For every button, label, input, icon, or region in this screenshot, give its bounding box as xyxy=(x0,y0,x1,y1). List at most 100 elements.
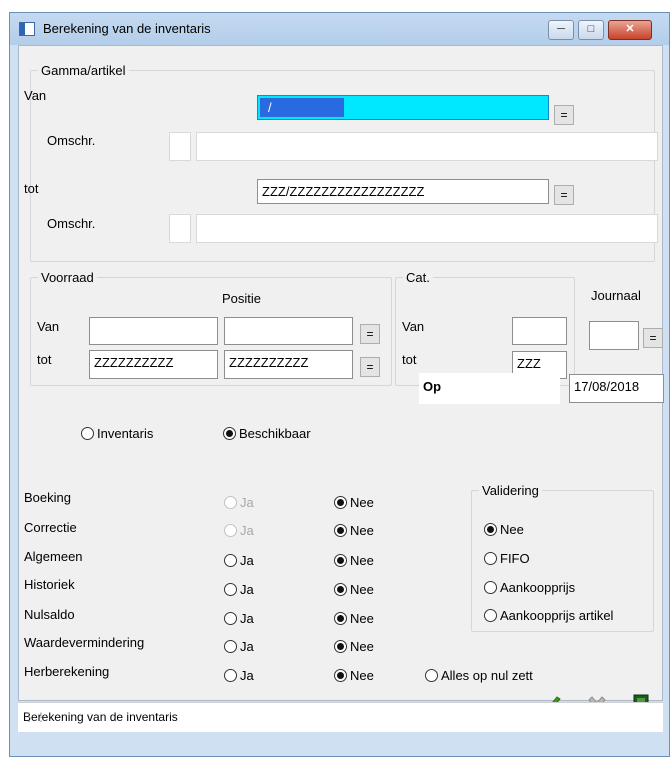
algemeen-label: Algemeen xyxy=(24,549,83,564)
correctie-ja-circle xyxy=(224,523,237,537)
waardevermindering-ja-circle xyxy=(224,639,237,653)
nulsaldo-nee-circle xyxy=(334,611,347,625)
validering-fifo-circle xyxy=(484,551,497,565)
historiek-nee-radio[interactable]: Nee xyxy=(334,580,374,598)
algemeen-nee-circle xyxy=(334,553,347,567)
correctie-ja-radio[interactable]: Ja xyxy=(224,521,254,539)
algemeen-ja-radio[interactable]: Ja xyxy=(224,551,254,569)
voorraad-van-input[interactable] xyxy=(89,317,218,345)
gamma-van-label: Van xyxy=(24,88,47,103)
herberekening-ja-circle xyxy=(224,668,237,682)
gamma-omschr2-input[interactable] xyxy=(196,214,658,243)
boeking-nee-radio[interactable]: Nee xyxy=(334,493,374,511)
validering-fifo-label: FIFO xyxy=(500,550,530,566)
journaal-input[interactable] xyxy=(589,321,639,350)
voorraad-van-lookup-button[interactable]: = xyxy=(360,324,380,344)
boeking-ja-radio[interactable]: Ja xyxy=(224,493,254,511)
correctie-ja-label: Ja xyxy=(240,522,254,538)
nulsaldo-ja-label: Ja xyxy=(240,610,254,626)
gamma-artikel-legend: Gamma/artikel xyxy=(38,63,129,78)
dialog-body: Gamma/artikel Van / = Omschr. tot ZZZ/ZZ… xyxy=(18,45,664,716)
validering-aankoopprijs-artikel-radio[interactable]: Aankoopprijs artikel xyxy=(484,606,613,624)
correctie-label: Correctie xyxy=(24,520,77,535)
voorraad-van-label: Van xyxy=(37,319,60,334)
window: Berekening van de inventaris ─ □ ✕ Gamma… xyxy=(9,12,670,757)
validering-fifo-radio[interactable]: FIFO xyxy=(484,549,530,567)
gamma-omschr2-code-input[interactable] xyxy=(169,214,191,243)
voorraad-tot-lookup-button[interactable]: = xyxy=(360,357,380,377)
nulsaldo-label: Nulsaldo xyxy=(24,607,75,622)
validering-aankoopprijs-radio[interactable]: Aankoopprijs xyxy=(484,578,575,596)
inventaris-label: Inventaris xyxy=(97,425,154,441)
validering-nee-circle xyxy=(484,522,497,536)
op-label: Op xyxy=(423,379,442,394)
correctie-nee-radio[interactable]: Nee xyxy=(334,521,374,539)
maximize-button[interactable]: □ xyxy=(578,20,604,40)
algemeen-nee-label: Nee xyxy=(350,552,374,568)
validering-aankoopprijs-circle xyxy=(484,580,497,594)
boeking-nee-label: Nee xyxy=(350,494,374,510)
nulsaldo-nee-radio[interactable]: Nee xyxy=(334,609,374,627)
alles-op-nul-label: Alles op nul zett xyxy=(441,667,533,683)
status-bar: Berekening van de inventaris ⋮⋮ xyxy=(18,702,663,732)
correctie-nee-label: Nee xyxy=(350,522,374,538)
cat-legend: Cat. xyxy=(403,270,433,285)
algemeen-ja-circle xyxy=(224,553,237,567)
voorraad-tot-positie-input[interactable]: ZZZZZZZZZZ xyxy=(224,350,353,379)
journaal-lookup-button[interactable]: = xyxy=(643,328,663,348)
gamma-omschr-input[interactable] xyxy=(196,132,658,161)
gamma-tot-input[interactable]: ZZZ/ZZZZZZZZZZZZZZZZZ xyxy=(257,179,549,204)
herberekening-ja-label: Ja xyxy=(240,667,254,683)
alles-op-nul-radio[interactable]: Alles op nul zett xyxy=(425,666,533,684)
voorraad-van-positie-input[interactable] xyxy=(224,317,353,345)
voorraad-legend: Voorraad xyxy=(38,270,97,285)
journaal-label: Journaal xyxy=(591,288,641,303)
algemeen-ja-label: Ja xyxy=(240,552,254,568)
cat-van-input[interactable] xyxy=(512,317,567,345)
herberekening-nee-radio[interactable]: Nee xyxy=(334,666,374,684)
gamma-van-input[interactable]: / xyxy=(257,95,549,120)
resize-grip-icon[interactable]: ⋮⋮ xyxy=(23,710,659,729)
alles-op-nul-circle xyxy=(425,668,438,682)
waardevermindering-nee-circle xyxy=(334,639,347,653)
boeking-ja-circle xyxy=(224,495,237,509)
waardevermindering-nee-label: Nee xyxy=(350,638,374,654)
herberekening-nee-circle xyxy=(334,668,347,682)
gamma-tot-lookup-button[interactable]: = xyxy=(554,185,574,205)
op-label-box: Op xyxy=(419,373,560,404)
algemeen-nee-radio[interactable]: Nee xyxy=(334,551,374,569)
boeking-ja-label: Ja xyxy=(240,494,254,510)
gamma-tot-label: tot xyxy=(24,181,39,196)
historiek-ja-radio[interactable]: Ja xyxy=(224,580,254,598)
gamma-van-lookup-button[interactable]: = xyxy=(554,105,574,125)
voorraad-tot-label: tot xyxy=(37,352,52,367)
title-bar: Berekening van de inventaris ─ □ ✕ xyxy=(10,13,669,45)
validering-nee-label: Nee xyxy=(500,521,524,537)
validering-legend: Validering xyxy=(479,483,542,498)
gamma-omschr2-label: Omschr. xyxy=(47,216,96,231)
herberekening-ja-radio[interactable]: Ja xyxy=(224,666,254,684)
close-button[interactable]: ✕ xyxy=(608,20,652,40)
cat-tot-label: tot xyxy=(402,352,417,367)
window-title: Berekening van de inventaris xyxy=(43,21,211,36)
minimize-button[interactable]: ─ xyxy=(548,20,574,40)
beschikbaar-label: Beschikbaar xyxy=(239,425,311,441)
validering-nee-radio[interactable]: Nee xyxy=(484,520,524,538)
waardevermindering-ja-radio[interactable]: Ja xyxy=(224,637,254,655)
nulsaldo-ja-circle xyxy=(224,611,237,625)
inventaris-radio[interactable]: Inventaris xyxy=(81,424,153,442)
correctie-nee-circle xyxy=(334,523,347,537)
voorraad-tot-input[interactable]: ZZZZZZZZZZ xyxy=(89,350,218,379)
gamma-omschr-code-input[interactable] xyxy=(169,132,191,161)
beschikbaar-radio[interactable]: Beschikbaar xyxy=(223,424,311,442)
validering-aankoopprijs-label: Aankoopprijs xyxy=(500,579,576,595)
op-date-input[interactable]: 17/08/2018 xyxy=(569,374,664,403)
inventaris-radio-circle xyxy=(81,426,94,440)
historiek-ja-circle xyxy=(224,582,237,596)
waardevermindering-ja-label: Ja xyxy=(240,638,254,654)
boeking-nee-circle xyxy=(334,495,347,509)
beschikbaar-radio-circle xyxy=(223,426,236,440)
historiek-nee-circle xyxy=(334,582,347,596)
nulsaldo-ja-radio[interactable]: Ja xyxy=(224,609,254,627)
waardevermindering-nee-radio[interactable]: Nee xyxy=(334,637,374,655)
